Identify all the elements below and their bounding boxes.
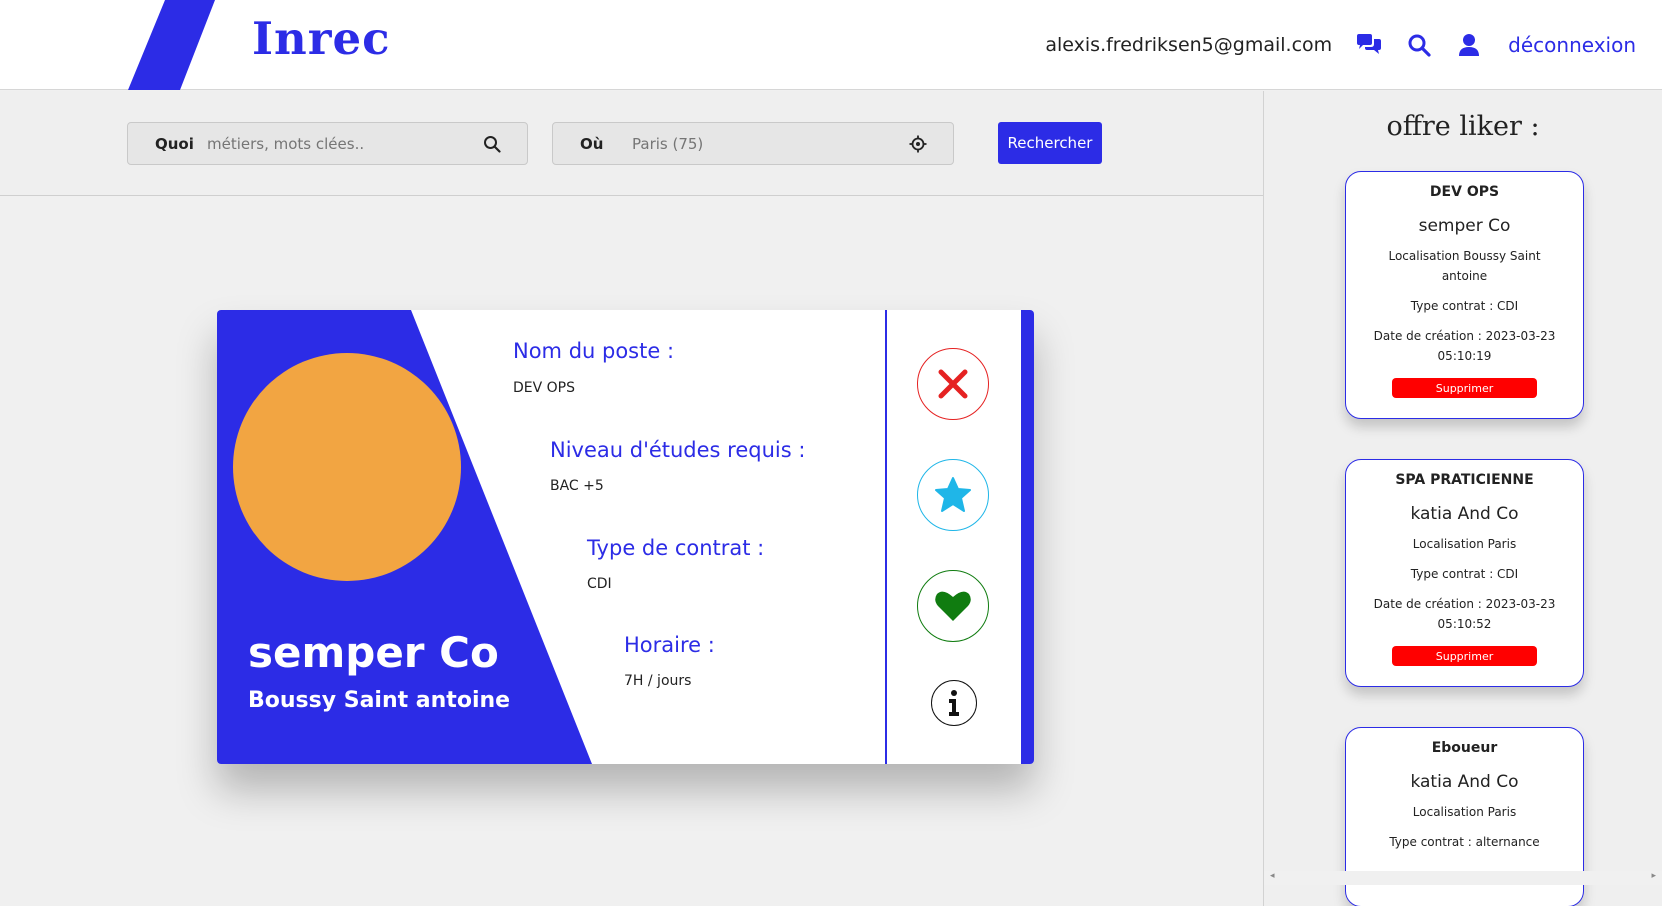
liked-offers-sidebar: offre liker : DEV OPS semper Co Localisa… bbox=[1263, 91, 1662, 906]
card-right-bar bbox=[1021, 310, 1034, 764]
field-value-job-title: DEV OPS bbox=[513, 380, 576, 396]
like-button[interactable] bbox=[917, 570, 989, 642]
scroll-right-icon[interactable]: ▸ bbox=[1651, 871, 1656, 881]
offer-company: katia And Co bbox=[1410, 772, 1519, 792]
locate-icon[interactable] bbox=[909, 135, 927, 153]
company-avatar bbox=[233, 353, 461, 581]
field-label-schedule: Horaire : bbox=[624, 633, 715, 657]
card-divider bbox=[885, 310, 887, 764]
offer-company: katia And Co bbox=[1410, 504, 1519, 524]
offer-created: Date de création : 2023-03-23 05:10:52 bbox=[1373, 597, 1556, 631]
offer-company: semper Co bbox=[1418, 216, 1511, 236]
favorite-button[interactable] bbox=[917, 459, 989, 531]
liked-offer-card[interactable]: SPA PRATICIENNE katia And Co Localisatio… bbox=[1345, 459, 1584, 687]
app-logo[interactable]: Inrec bbox=[252, 12, 391, 65]
field-label-education: Niveau d'études requis : bbox=[550, 438, 806, 462]
search-icon[interactable] bbox=[1404, 30, 1434, 60]
search-icon[interactable] bbox=[483, 135, 501, 153]
brand-slash-decoration bbox=[128, 0, 215, 90]
info-icon bbox=[949, 690, 959, 716]
user-icon[interactable] bbox=[1454, 30, 1484, 60]
reject-button[interactable] bbox=[917, 348, 989, 420]
delete-offer-button[interactable]: Supprimer bbox=[1392, 378, 1537, 398]
offer-title: Eboueur bbox=[1431, 740, 1498, 756]
user-email: alexis.fredriksen5@gmail.com bbox=[1045, 34, 1333, 56]
sidebar-title: offre liker : bbox=[1386, 111, 1540, 142]
field-value-education: BAC +5 bbox=[550, 478, 604, 494]
logout-link[interactable]: déconnexion bbox=[1508, 33, 1636, 57]
offer-created: Date de création : 2023-03-23 05:10:19 bbox=[1373, 329, 1556, 363]
company-city: Boussy Saint antoine bbox=[248, 688, 511, 713]
field-label-job-title: Nom du poste : bbox=[513, 339, 675, 363]
heart-icon bbox=[935, 591, 971, 621]
field-value-schedule: 7H / jours bbox=[624, 673, 692, 689]
field-label-contract: Type de contrat : bbox=[587, 536, 765, 560]
delete-offer-button[interactable]: Supprimer bbox=[1392, 646, 1537, 666]
offer-location: Localisation Paris bbox=[1412, 537, 1517, 551]
offer-location: Localisation Paris bbox=[1412, 805, 1517, 819]
chat-icon[interactable] bbox=[1354, 30, 1384, 60]
horizontal-scrollbar[interactable]: ◂ ▸ bbox=[1264, 871, 1662, 885]
where-field: Où bbox=[552, 122, 954, 165]
offer-contract: Type contrat : alternance bbox=[1389, 835, 1540, 849]
offer-contract: Type contrat : CDI bbox=[1410, 299, 1519, 313]
what-label: Quoi bbox=[155, 134, 194, 153]
close-icon bbox=[938, 369, 968, 399]
what-input[interactable] bbox=[207, 134, 477, 153]
offer-title: SPA PRATICIENNE bbox=[1395, 472, 1534, 488]
what-field: Quoi bbox=[127, 122, 528, 165]
where-input[interactable] bbox=[632, 134, 902, 153]
liked-offer-card[interactable]: DEV OPS semper Co Localisation Boussy Sa… bbox=[1345, 171, 1584, 419]
search-bar: Quoi Où Rechercher bbox=[0, 91, 1263, 196]
details-button[interactable] bbox=[931, 680, 977, 726]
top-header: Inrec alexis.fredriksen5@gmail.com décon… bbox=[0, 0, 1662, 90]
offer-title: DEV OPS bbox=[1429, 184, 1500, 200]
field-value-contract: CDI bbox=[587, 576, 612, 592]
offer-location: Localisation Boussy Saint antoine bbox=[1388, 249, 1541, 283]
job-offer-card: semper Co Boussy Saint antoine Nom du po… bbox=[217, 310, 1034, 764]
offer-contract: Type contrat : CDI bbox=[1410, 567, 1519, 581]
scroll-left-icon[interactable]: ◂ bbox=[1270, 871, 1275, 881]
header-user-area: alexis.fredriksen5@gmail.com déconnexion bbox=[1045, 28, 1636, 62]
star-icon bbox=[935, 477, 971, 512]
where-label: Où bbox=[580, 134, 604, 153]
company-name: semper Co bbox=[248, 628, 499, 677]
search-button[interactable]: Rechercher bbox=[998, 122, 1102, 164]
